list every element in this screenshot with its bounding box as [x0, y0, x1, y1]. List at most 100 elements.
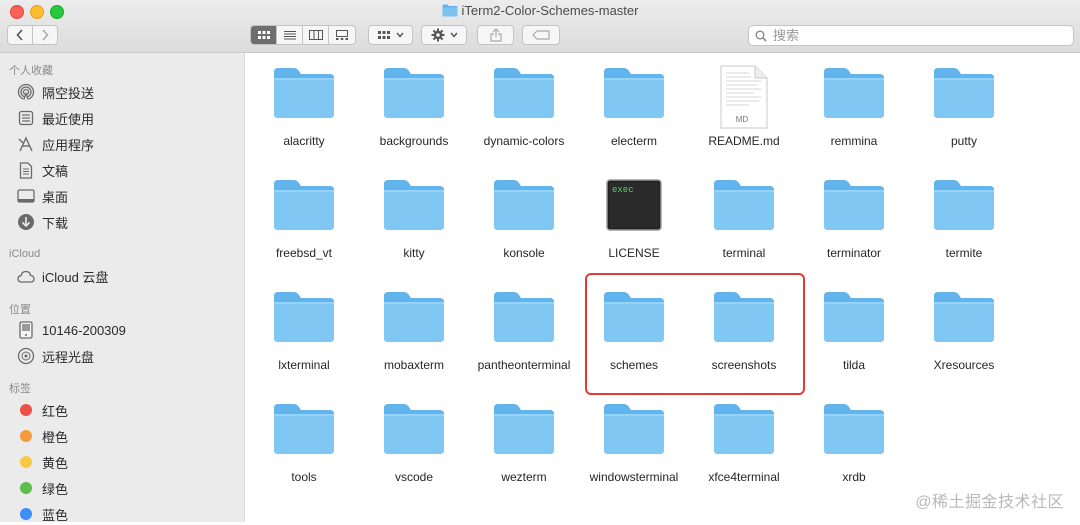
folder-item[interactable]: tools: [249, 389, 359, 501]
folder-item[interactable]: freebsd_vt: [249, 165, 359, 277]
file-name-label: kitty: [403, 246, 425, 260]
folder-icon: [493, 67, 555, 119]
disk-icon: [16, 321, 36, 339]
group-by-button[interactable]: [368, 25, 413, 45]
folder-item[interactable]: mobaxterm: [359, 277, 469, 389]
folder-icon: [933, 291, 995, 343]
folder-item[interactable]: konsole: [469, 165, 579, 277]
sidebar-item-icloud-drive[interactable]: iCloud 云盘: [16, 265, 108, 287]
sidebar-tag-orange[interactable]: 橙色: [16, 425, 68, 447]
file-name-label: xrdb: [842, 470, 866, 484]
sidebar-tag-green[interactable]: 绿色: [16, 477, 68, 499]
edit-tags-button[interactable]: [522, 25, 560, 45]
favorites-section-title: 个人收藏: [9, 65, 53, 77]
tag-dot-icon: [20, 404, 32, 416]
folder-icon: [713, 403, 775, 455]
search-field[interactable]: [748, 25, 1074, 46]
search-input[interactable]: [771, 27, 1055, 44]
file-name-label: tools: [291, 470, 317, 484]
folder-item[interactable]: vscode: [359, 389, 469, 501]
sidebar-item-documents[interactable]: 文稿: [16, 159, 68, 181]
tag-dot-icon: [20, 482, 32, 494]
sidebar-item-airdrop[interactable]: 隔空投送: [16, 81, 94, 103]
back-button[interactable]: [7, 25, 33, 45]
folder-item[interactable]: terminator: [799, 165, 909, 277]
tags-section-title: 标签: [9, 383, 31, 395]
file-name-label: remmina: [830, 134, 878, 148]
sidebar-tag-yellow[interactable]: 黄色: [16, 451, 68, 473]
column-view-button[interactable]: [303, 26, 329, 44]
folder-item[interactable]: remmina: [799, 53, 909, 165]
folder-icon: [933, 179, 995, 231]
sidebar-item-downloads[interactable]: 下载: [16, 211, 68, 233]
folder-item[interactable]: lxterminal: [249, 277, 359, 389]
file-name-label: vscode: [394, 470, 434, 484]
sidebar-item-label: 最近使用: [42, 111, 95, 127]
window-title: iTerm2-Color-Schemes-master: [461, 3, 639, 18]
airdrop-icon: [16, 83, 36, 101]
folder-item[interactable]: pantheonterminal: [469, 277, 579, 389]
tag-dot-icon: [20, 430, 32, 442]
folder-item[interactable]: backgrounds: [359, 53, 469, 165]
action-menu-button[interactable]: [421, 25, 467, 45]
gallery-view-button[interactable]: [329, 26, 355, 44]
folder-icon: [823, 179, 885, 231]
folder-item[interactable]: terminal: [689, 165, 799, 277]
svg-text:MD: MD: [736, 115, 749, 124]
title-bar: iTerm2-Color-Schemes-master: [0, 0, 1080, 53]
sidebar-item-label: 文稿: [42, 163, 69, 179]
sidebar-item-desktop[interactable]: 桌面: [16, 185, 68, 207]
folder-icon: [823, 403, 885, 455]
grid-icon: [257, 31, 270, 39]
folder-item[interactable]: tilda: [799, 277, 909, 389]
tag-dot-icon: [20, 508, 32, 520]
file-name-label: terminator: [826, 246, 882, 260]
folder-item[interactable]: xfce4terminal: [689, 389, 799, 501]
sidebar-item-label: 黄色: [42, 455, 69, 471]
markdown-document-icon: MD: [713, 65, 775, 129]
file-name-label: terminal: [722, 246, 766, 260]
sidebar-item-remote-disc[interactable]: 远程光盘: [16, 345, 94, 367]
folder-item[interactable]: putty: [909, 53, 1019, 165]
folder-icon: [823, 67, 885, 119]
sidebar-tag-red[interactable]: 红色: [16, 399, 68, 421]
file-name-label: windowsterminal: [589, 470, 679, 484]
folder-item[interactable]: xrdb: [799, 389, 909, 501]
folder-item[interactable]: kitty: [359, 165, 469, 277]
folder-item[interactable]: windowsterminal: [579, 389, 689, 501]
sidebar-item-label: 橙色: [42, 429, 69, 445]
folder-icon: [603, 67, 665, 119]
window-title-area: iTerm2-Color-Schemes-master: [0, 2, 1080, 20]
share-button[interactable]: [477, 25, 514, 45]
sidebar-item-label: 10146-200309: [42, 322, 126, 338]
folder-item[interactable]: electerm: [579, 53, 689, 165]
sidebar-item-label: 隔空投送: [42, 85, 95, 101]
highlight-box: [585, 273, 805, 395]
cloud-icon: [16, 267, 36, 285]
file-name-label: konsole: [503, 246, 545, 260]
documents-icon: [16, 161, 36, 179]
folder-item[interactable]: alacritty: [249, 53, 359, 165]
downloads-icon: [16, 213, 36, 231]
file-item[interactable]: MD README.md: [689, 53, 799, 165]
chevron-down-icon: [396, 32, 404, 38]
file-name-label: Xresources: [933, 358, 995, 372]
list-view-button[interactable]: [277, 26, 303, 44]
folder-icon: [493, 403, 555, 455]
folder-item[interactable]: termite: [909, 165, 1019, 277]
grid-icon: [378, 31, 390, 39]
sidebar-item-recents[interactable]: 最近使用: [16, 107, 94, 129]
forward-button[interactable]: [32, 25, 58, 45]
folder-item[interactable]: Xresources: [909, 277, 1019, 389]
sidebar-item-disk[interactable]: 10146-200309: [16, 319, 126, 341]
file-item[interactable]: exec LICENSE: [579, 165, 689, 277]
folder-item[interactable]: wezterm: [469, 389, 579, 501]
file-name-label: mobaxterm: [383, 358, 445, 372]
icon-view-button[interactable]: [251, 26, 277, 44]
folder-item[interactable]: dynamic-colors: [469, 53, 579, 165]
view-mode-control[interactable]: [250, 25, 356, 45]
watermark: @稀土掘金技术社区: [915, 494, 1064, 511]
desktop-icon: [16, 187, 36, 205]
sidebar-item-applications[interactable]: 应用程序: [16, 133, 94, 155]
tag-icon: [532, 30, 550, 40]
